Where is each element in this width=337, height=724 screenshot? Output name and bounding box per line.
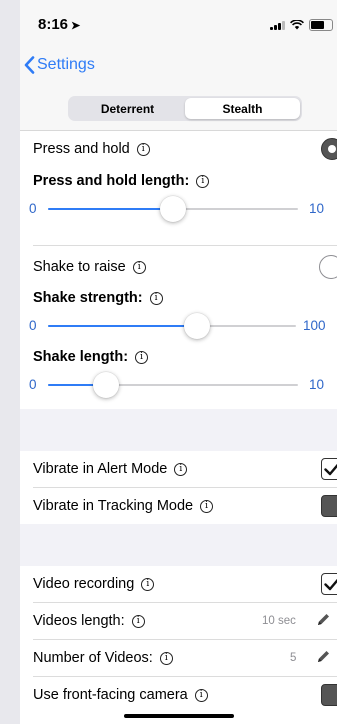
slider-min-label: 0 — [29, 201, 37, 216]
back-button[interactable]: Settings — [24, 56, 95, 74]
info-icon[interactable]: i — [196, 174, 210, 188]
info-icon[interactable]: i — [132, 260, 146, 274]
vibrate-tracking-label: Vibrate in Tracking Mode i — [33, 498, 214, 514]
video-recording-text: Video recording — [33, 576, 135, 592]
number-of-videos-label: Number of Videos: i — [33, 650, 173, 666]
number-of-videos-value: 5 — [290, 652, 297, 664]
vibrate-alert-checkbox[interactable] — [321, 458, 337, 480]
mode-segmented-control[interactable]: Deterrent Stealth — [68, 96, 302, 121]
front-camera-label: Use front-facing camera i — [33, 687, 208, 703]
vibrate-alert-row[interactable]: Vibrate in Alert Mode i — [20, 451, 337, 487]
shake-strength-label: Shake strength: i — [33, 290, 163, 306]
info-icon[interactable]: i — [135, 350, 149, 364]
slider-thumb[interactable] — [183, 313, 210, 339]
shake-strength-text: Shake strength: — [33, 290, 143, 306]
edit-pencil-icon[interactable] — [316, 649, 331, 668]
slider-fill — [48, 208, 173, 210]
shake-strength-slider[interactable]: 0 100 — [20, 312, 337, 340]
press-hold-length-row: Press and hold length: i — [20, 167, 337, 195]
press-hold-length-text: Press and hold length: — [33, 173, 190, 189]
info-icon[interactable]: i — [159, 651, 173, 665]
slider-min-label: 0 — [29, 318, 37, 333]
cellular-signal-icon — [270, 20, 285, 30]
mode-segment-bar: Deterrent Stealth — [20, 88, 337, 131]
shake-length-label: Shake length: i — [33, 349, 149, 365]
slider-min-label: 0 — [29, 377, 37, 392]
vibrate-tracking-row[interactable]: Vibrate in Tracking Mode i — [20, 488, 337, 524]
number-of-videos-row[interactable]: Number of Videos: i 5 — [20, 640, 337, 676]
press-and-hold-radio[interactable] — [321, 138, 337, 160]
info-icon[interactable]: i — [200, 499, 214, 513]
press-and-hold-text: Press and hold — [33, 141, 130, 157]
shake-to-raise-text: Shake to raise — [33, 259, 126, 275]
checkmark-icon — [324, 578, 337, 591]
edit-pencil-icon[interactable] — [316, 612, 331, 631]
info-icon[interactable]: i — [136, 142, 150, 156]
status-bar: 8:16 ➤ — [20, 0, 337, 44]
shake-length-text: Shake length: — [33, 349, 129, 365]
status-icons — [270, 19, 333, 31]
shake-strength-row: Shake strength: i — [20, 284, 337, 312]
videos-length-row[interactable]: Videos length: i 10 sec — [20, 603, 337, 639]
checkmark-icon — [324, 463, 337, 476]
vibrate-tracking-checkbox[interactable] — [321, 495, 337, 517]
shake-to-raise-row[interactable]: Shake to raise i — [20, 249, 337, 285]
shake-to-raise-label: Shake to raise i — [33, 259, 146, 275]
status-time: 8:16 ➤ — [38, 16, 81, 33]
video-settings-group: Video recording i Videos length: i 10 sec … — [20, 566, 337, 724]
settings-screen: 8:16 ➤ Settings Deterrent Stealth Press a… — [20, 0, 337, 724]
vibrate-alert-label: Vibrate in Alert Mode i — [33, 461, 188, 477]
shake-length-row: Shake length: i — [20, 343, 337, 371]
number-of-videos-text: Number of Videos: — [33, 650, 153, 666]
video-recording-checkbox[interactable] — [321, 573, 337, 595]
wifi-icon — [290, 20, 304, 30]
slider-thumb[interactable] — [92, 372, 119, 398]
slider-fill — [48, 325, 197, 327]
info-icon[interactable]: i — [141, 577, 155, 591]
slider-track[interactable] — [48, 313, 296, 339]
segment-stealth[interactable]: Stealth — [185, 98, 300, 119]
slider-max-label: 100 — [303, 318, 326, 333]
navigation-bar: Settings — [20, 44, 337, 89]
back-button-label: Settings — [37, 56, 95, 73]
press-hold-length-slider[interactable]: 0 10 — [20, 195, 337, 223]
chevron-left-icon — [24, 56, 35, 74]
info-icon[interactable]: i — [149, 291, 163, 305]
press-and-hold-label: Press and hold i — [33, 141, 150, 157]
gesture-settings-group: Press and hold i Press and hold length: i … — [20, 131, 337, 409]
press-and-hold-row[interactable]: Press and hold i — [20, 131, 337, 167]
videos-length-text: Videos length: — [33, 613, 125, 629]
slider-thumb[interactable] — [160, 196, 186, 222]
vibrate-tracking-text: Vibrate in Tracking Mode — [33, 498, 194, 514]
press-hold-length-label: Press and hold length: i — [33, 173, 210, 189]
shake-length-slider[interactable]: 0 10 — [20, 371, 337, 399]
info-icon[interactable]: i — [174, 462, 188, 476]
slider-track[interactable] — [48, 372, 298, 398]
slider-track[interactable] — [48, 196, 298, 222]
slider-max-label: 10 — [309, 377, 325, 392]
vibration-settings-group: Vibrate in Alert Mode i Vibrate in Tracki… — [20, 451, 337, 524]
vibrate-alert-text: Vibrate in Alert Mode — [33, 461, 168, 477]
videos-length-label: Videos length: i — [33, 613, 145, 629]
front-camera-checkbox[interactable] — [321, 684, 337, 706]
divider — [33, 245, 337, 246]
slider-max-label: 10 — [309, 201, 325, 216]
front-camera-text: Use front-facing camera — [33, 687, 188, 703]
home-indicator[interactable] — [124, 714, 234, 718]
shake-to-raise-radio[interactable] — [319, 255, 337, 279]
battery-icon — [309, 19, 333, 31]
location-arrow-icon: ➤ — [71, 20, 81, 32]
video-recording-row[interactable]: Video recording i — [20, 566, 337, 602]
videos-length-value: 10 sec — [262, 615, 296, 627]
info-icon[interactable]: i — [194, 688, 208, 702]
segment-deterrent[interactable]: Deterrent — [70, 98, 185, 119]
info-icon[interactable]: i — [131, 614, 145, 628]
front-camera-row[interactable]: Use front-facing camera i — [20, 677, 337, 713]
video-recording-label: Video recording i — [33, 576, 155, 592]
